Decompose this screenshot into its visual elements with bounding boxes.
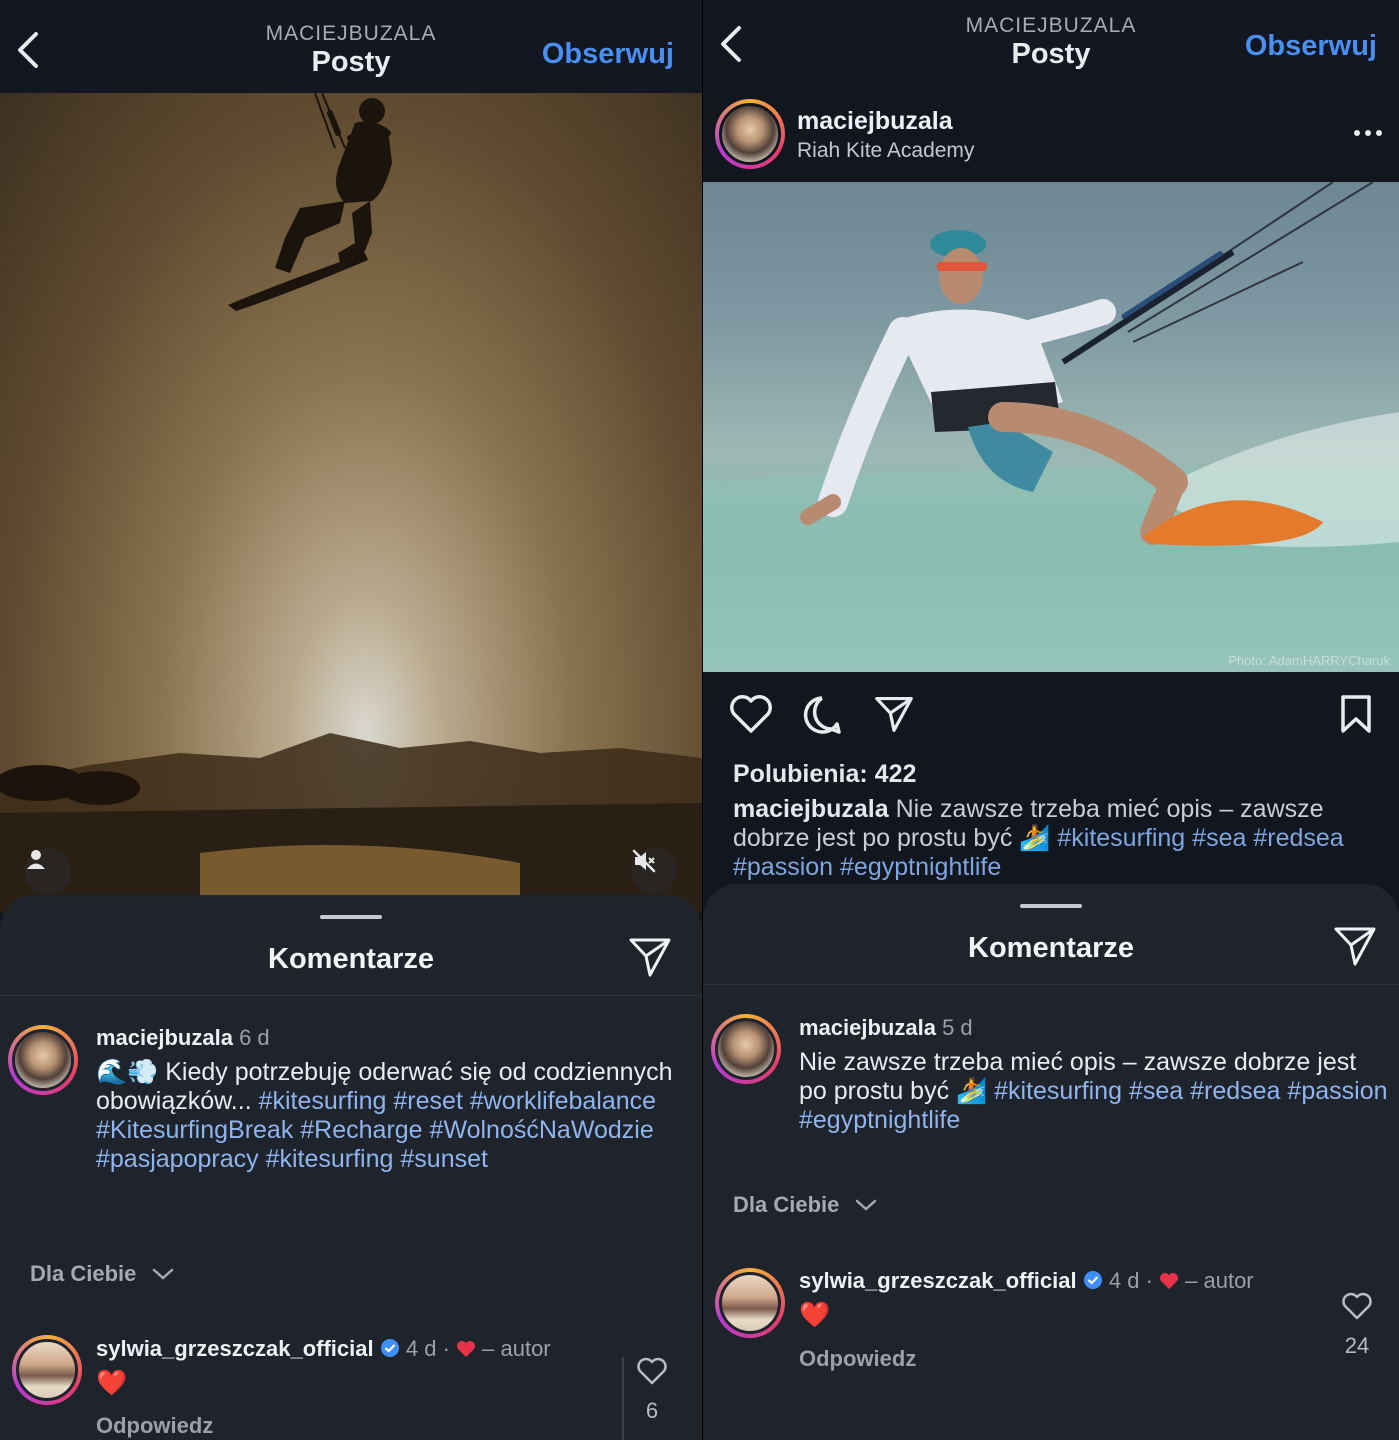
header: MACIEJBUZALA Posty Obserwuj — [0, 0, 702, 92]
right-screen: MACIEJBUZALA Posty Obserwuj maciejbuzala… — [702, 0, 1399, 1440]
hashtag[interactable]: #redsea — [1190, 1077, 1280, 1105]
photo-credit: Photo: AdamHARRYCharuk — [1228, 653, 1390, 668]
comment-username[interactable]: sylwia_grzeszczak_official — [96, 1336, 374, 1361]
mute-button[interactable] — [631, 848, 677, 894]
author-label: – autor — [482, 1336, 551, 1361]
comment-time: 6 d — [239, 1025, 270, 1050]
comment-like-count: 24 — [1344, 1333, 1370, 1358]
hashtag[interactable]: #reset — [393, 1087, 462, 1115]
drag-handle[interactable] — [320, 915, 382, 919]
comment-text: 🌊💨 Kiedy potrzebuję oderwać się od codzi… — [96, 1058, 676, 1174]
author-heart-icon — [1160, 1273, 1179, 1289]
comment-header: sylwia_grzeszczak_official 4 d · – autor — [96, 1336, 551, 1361]
comment-header: sylwia_grzeszczak_official 4 d · – autor — [799, 1268, 1254, 1293]
comment-time: 4 d — [1108, 1268, 1140, 1293]
comment-header: maciejbuzala 5 d — [799, 1015, 973, 1041]
heart-outline-icon[interactable] — [1342, 1292, 1372, 1320]
reply-button[interactable]: Odpowiedz — [799, 1346, 916, 1372]
comments-title: Komentarze — [268, 943, 434, 975]
avatar[interactable] — [8, 1025, 78, 1095]
speaker-muted-icon — [632, 849, 656, 873]
hashtag[interactable]: #kitesurfing — [266, 1145, 394, 1173]
post-header: maciejbuzala Riah Kite Academy — [703, 93, 1399, 183]
comment-filter-dropdown[interactable]: Dla Ciebie — [733, 1192, 878, 1218]
caption-username[interactable]: maciejbuzala — [733, 795, 889, 823]
hashtag[interactable]: #pasjapopracy — [96, 1145, 259, 1173]
comment-text: ❤️ — [799, 1301, 831, 1329]
comment-filter-dropdown[interactable]: Dla Ciebie — [30, 1261, 175, 1287]
comment-text: Nie zawsze trzeba mieć opis – zawsze dob… — [799, 1048, 1389, 1135]
post-caption: maciejbuzala Nie zawsze trzeba mieć opis… — [733, 795, 1373, 882]
divider — [0, 995, 702, 996]
hashtag[interactable]: #passion — [733, 853, 833, 881]
share-send-icon[interactable] — [1333, 924, 1377, 968]
follow-button[interactable]: Obserwuj — [1245, 30, 1377, 63]
comment-time: 5 d — [942, 1015, 973, 1040]
comments-title: Komentarze — [968, 932, 1134, 964]
drag-handle[interactable] — [1020, 904, 1082, 908]
comments-sheet: Komentarze maciejbuzala 5 d Nie zawsze t… — [703, 884, 1399, 1440]
follow-button[interactable]: Obserwuj — [542, 38, 674, 71]
comment-bubble-icon[interactable] — [801, 694, 843, 736]
bookmark-icon[interactable] — [1339, 694, 1373, 734]
hashtag[interactable]: #sea — [1192, 824, 1246, 852]
chevron-down-icon — [855, 1199, 876, 1211]
heart-outline-icon[interactable] — [637, 1357, 667, 1385]
hashtag[interactable]: #kitesurfing — [259, 1087, 387, 1115]
comment-text: ❤️ — [96, 1369, 128, 1397]
post-video[interactable] — [0, 93, 702, 913]
hashtag[interactable]: #sunset — [400, 1145, 488, 1173]
comment-like[interactable]: 6 — [634, 1357, 670, 1424]
filter-label: Dla Ciebie — [733, 1192, 840, 1217]
comment-emoji: 🌊💨 — [96, 1058, 159, 1086]
avatar[interactable] — [715, 99, 785, 169]
hashtag[interactable]: #kitesurfing — [994, 1077, 1122, 1105]
comment-like[interactable]: 24 — [1337, 1292, 1377, 1359]
comment-username[interactable]: sylwia_grzeszczak_official — [799, 1268, 1077, 1293]
share-send-icon[interactable] — [628, 935, 672, 979]
avatar[interactable] — [12, 1335, 82, 1405]
hashtag[interactable]: #redsea — [1253, 824, 1343, 852]
comment-header: maciejbuzala 6 d — [96, 1025, 270, 1051]
comment-username[interactable]: maciejbuzala — [799, 1015, 936, 1040]
hashtag[interactable]: #passion — [1287, 1077, 1387, 1105]
post-location[interactable]: Riah Kite Academy — [797, 139, 974, 163]
hashtag[interactable]: #worklifebalance — [470, 1087, 656, 1115]
avatar[interactable] — [715, 1268, 785, 1338]
hashtag[interactable]: #kitesurfing — [1057, 824, 1185, 852]
comments-sheet: Komentarze maciejbuzala 6 d 🌊💨 Kiedy pot… — [0, 895, 702, 1440]
hashtag[interactable]: #egyptnightlife — [799, 1106, 960, 1134]
more-options-icon[interactable] — [1353, 129, 1383, 137]
hashtag[interactable]: #egyptnightlife — [840, 853, 1001, 881]
hashtag[interactable]: #KitesurfingBreak — [96, 1116, 293, 1144]
share-send-icon[interactable] — [873, 694, 915, 734]
divider — [703, 984, 1399, 985]
post-actions — [703, 690, 1399, 740]
verified-badge-icon — [1083, 1271, 1102, 1289]
hashtag[interactable]: #sea — [1129, 1077, 1183, 1105]
post-username[interactable]: maciejbuzala — [797, 107, 953, 136]
chevron-down-icon — [152, 1268, 173, 1280]
comment-like-count: 6 — [645, 1398, 659, 1423]
comment-time: 4 d — [405, 1336, 437, 1361]
author-heart-icon — [457, 1341, 476, 1357]
hashtag[interactable]: #WolnośćNaWodzie — [430, 1116, 654, 1144]
likes-count[interactable]: Polubienia: 422 — [733, 760, 916, 789]
reply-button[interactable]: Odpowiedz — [96, 1413, 213, 1439]
like-heart-icon[interactable] — [729, 694, 773, 734]
left-screen: MACIEJBUZALA Posty Obserwuj Komentarze m… — [0, 0, 702, 1440]
hashtag[interactable]: #Recharge — [300, 1116, 422, 1144]
author-label: – autor — [1185, 1268, 1254, 1293]
avatar[interactable] — [711, 1014, 781, 1084]
divider — [622, 1357, 624, 1440]
person-icon — [27, 850, 45, 869]
tagged-user-button[interactable] — [25, 848, 71, 894]
kitesurfer-silhouette — [0, 93, 702, 913]
post-image[interactable]: Photo: AdamHARRYCharuk — [703, 182, 1399, 672]
header: MACIEJBUZALA Posty Obserwuj — [703, 0, 1399, 92]
comment-username[interactable]: maciejbuzala — [96, 1025, 233, 1050]
kitesurfer-photo — [703, 182, 1399, 672]
filter-label: Dla Ciebie — [30, 1261, 137, 1286]
verified-badge-icon — [380, 1339, 399, 1357]
